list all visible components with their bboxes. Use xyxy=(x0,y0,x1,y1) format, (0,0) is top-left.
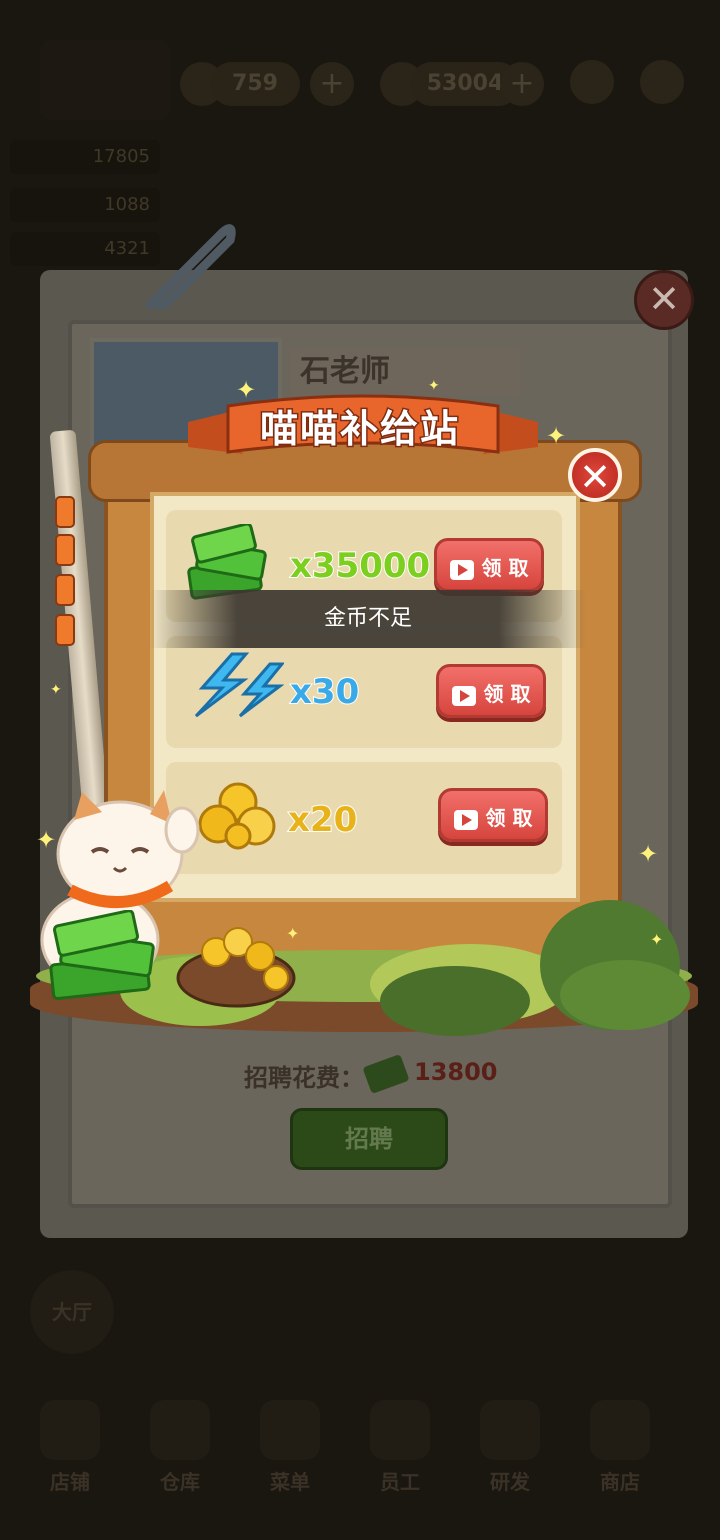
tab-shop-label: 店铺 xyxy=(50,1470,90,1494)
hall-label: 大厅 xyxy=(52,1300,92,1324)
tab-menu[interactable]: 菜单 xyxy=(240,1400,340,1500)
bush xyxy=(380,966,530,1036)
tab-research-label: 研发 xyxy=(490,1470,530,1494)
lantern-icon xyxy=(55,496,75,528)
video-icon xyxy=(449,559,474,580)
claim-cash-button[interactable]: 领 取 xyxy=(434,538,544,592)
sparkle-icon: ✦ xyxy=(50,682,62,698)
tab-store[interactable]: 商店 xyxy=(570,1400,670,1500)
popup-close-button[interactable]: ✕ xyxy=(568,448,622,502)
tab-store-label: 商店 xyxy=(600,1470,640,1494)
paperclip-icon xyxy=(145,224,236,310)
clock-icon[interactable] xyxy=(570,60,614,104)
tab-staff[interactable]: 员工 xyxy=(350,1400,450,1500)
tab-warehouse-label: 仓库 xyxy=(160,1470,200,1494)
sparkle-icon: ✦ xyxy=(286,924,300,943)
add-currency-2-button[interactable]: + xyxy=(500,62,544,106)
staff-tab-icon xyxy=(370,1400,430,1460)
claim-label: 领 取 xyxy=(483,682,531,706)
teacher-name: 石老师 xyxy=(290,348,520,396)
tab-menu-label: 菜单 xyxy=(270,1470,310,1494)
sparkle-icon: ✦ xyxy=(36,826,57,854)
sparkle-icon: ✦ xyxy=(428,378,440,394)
sparkle-icon: ✦ xyxy=(638,840,659,868)
video-icon xyxy=(451,685,476,706)
gold-nuggets-icon xyxy=(198,782,276,850)
store-tab-icon xyxy=(590,1400,650,1460)
recruit-cost-label: 招聘花费： xyxy=(244,1064,364,1092)
tab-research[interactable]: 研发 xyxy=(460,1400,560,1500)
reward-amount-cash: x35000 xyxy=(289,545,431,587)
stat-1: 17805 xyxy=(10,140,160,174)
cash-pile-icon xyxy=(49,910,155,1001)
sparkle-icon: ✦ xyxy=(650,930,664,949)
currency-1-display: 759 xyxy=(210,62,300,106)
lantern-icon xyxy=(55,574,75,606)
claim-energy-button[interactable]: 领 取 xyxy=(436,664,546,718)
warehouse-tab-icon xyxy=(150,1400,210,1460)
sparkle-icon: ✦ xyxy=(546,422,567,450)
lantern-icon xyxy=(55,534,75,566)
research-tab-icon xyxy=(480,1400,540,1460)
menu-tab-icon xyxy=(260,1400,320,1460)
popup-title: 喵喵补给站 xyxy=(258,406,460,453)
reward-amount-energy: x30 xyxy=(289,671,360,713)
bush xyxy=(560,960,690,1030)
tab-staff-label: 员工 xyxy=(380,1470,420,1494)
card-close-button[interactable]: ✕ xyxy=(634,270,694,330)
sparkle-icon: ✦ xyxy=(236,376,257,404)
recruit-button[interactable]: 招聘 xyxy=(290,1108,448,1170)
claim-label: 领 取 xyxy=(481,556,529,580)
tab-warehouse[interactable]: 仓库 xyxy=(130,1400,230,1500)
lantern-icon xyxy=(55,614,75,646)
insufficient-coins-toast: 金币不足 xyxy=(150,590,586,648)
video-icon xyxy=(453,809,478,830)
shop-tab-icon xyxy=(40,1400,100,1460)
claim-label: 领 取 xyxy=(485,806,533,830)
claim-gold-button[interactable]: 领 取 xyxy=(438,788,548,842)
reward-amount-gold: x20 xyxy=(287,799,358,841)
add-currency-1-button[interactable]: + xyxy=(310,62,354,106)
tab-shop[interactable]: 店铺 xyxy=(20,1400,120,1500)
gear-icon[interactable] xyxy=(640,60,684,104)
recruit-cost-value: 13800 xyxy=(414,1058,498,1086)
hall-side-button[interactable]: 大厅 xyxy=(30,1270,114,1354)
lightning-icon xyxy=(194,652,284,718)
shop-logo xyxy=(40,40,170,120)
